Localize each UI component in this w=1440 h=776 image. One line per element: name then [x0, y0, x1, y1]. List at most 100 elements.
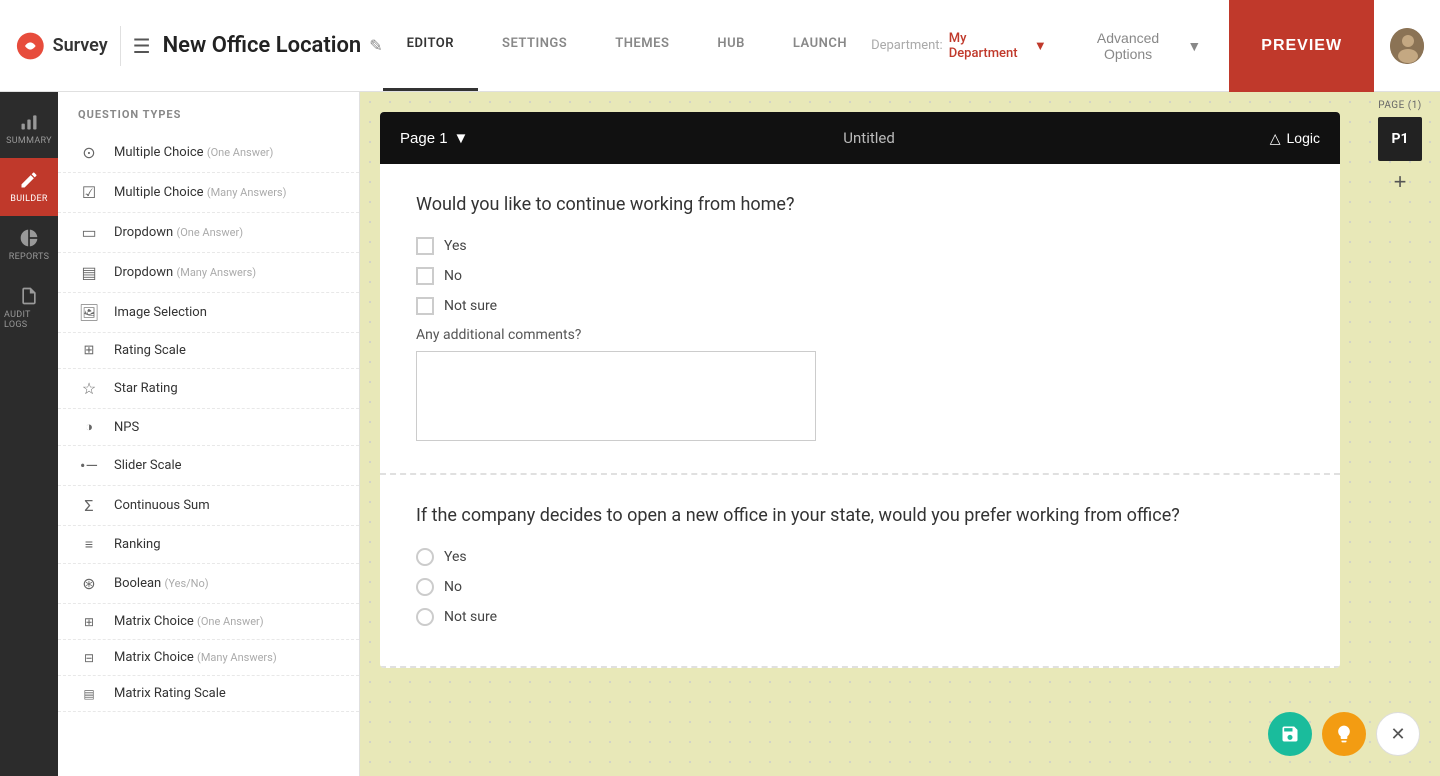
sigma-icon: Σ: [78, 496, 100, 515]
bulb-floating-button[interactable]: [1322, 712, 1366, 756]
tab-launch[interactable]: LAUNCH: [769, 0, 871, 91]
qt-boolean-sub: (Yes/No): [164, 577, 208, 590]
qt-matrix-one[interactable]: ⊞ Matrix Choice (One Answer): [58, 604, 359, 640]
floating-buttons: ✕: [1268, 712, 1420, 756]
qt-dd-one-sub: (One Answer): [176, 226, 243, 239]
advanced-options-label: Advanced Options: [1075, 30, 1182, 62]
logic-label: Logic: [1287, 130, 1320, 146]
qt-mc-one[interactable]: ⊙ Multiple Choice (One Answer): [58, 133, 359, 173]
qt-slider[interactable]: •— Slider Scale: [58, 446, 359, 486]
q2-option-yes[interactable]: Yes: [416, 548, 1304, 566]
qt-mc-one-label: Multiple Choice: [114, 145, 204, 160]
sidebar-item-builder[interactable]: BUILDER: [0, 158, 58, 216]
q2-radio-yes[interactable]: [416, 548, 434, 566]
matrix-rating-icon: ▤: [78, 687, 100, 701]
user-avatar[interactable]: [1390, 28, 1424, 64]
matrix-many-icon: ⊟: [78, 651, 100, 665]
q2-label-no: No: [444, 579, 462, 595]
save-floating-button[interactable]: [1268, 712, 1312, 756]
nav-divider: [120, 26, 121, 66]
edit-title-icon[interactable]: ✎: [369, 36, 382, 55]
qt-slider-label: Slider Scale: [114, 458, 182, 473]
logo-icon: [16, 30, 45, 62]
advanced-options-button[interactable]: Advanced Options ▼: [1063, 22, 1214, 70]
main-layout: SUMMARY BUILDER REPORTS AUDIT LOGS Quest…: [0, 92, 1440, 776]
q1-comment-label: Any additional comments?: [416, 327, 1304, 343]
sidebar-reports-label: REPORTS: [9, 252, 49, 262]
qt-rating-label: Rating Scale: [114, 343, 186, 358]
department-name[interactable]: My Department: [949, 31, 1028, 61]
qt-cont-sum[interactable]: Σ Continuous Sum: [58, 486, 359, 526]
pie-icon: [19, 228, 39, 248]
q2-option-notsure[interactable]: Not sure: [416, 608, 1304, 626]
qt-matrix-rating[interactable]: ▤ Matrix Rating Scale: [58, 676, 359, 712]
page-name: Untitled: [843, 129, 895, 147]
checkbox-icon: ☑: [78, 183, 100, 202]
survey-title: New Office Location: [163, 33, 362, 58]
page-indicator-label: PAGE (1): [1378, 100, 1422, 111]
q2-option-no[interactable]: No: [416, 578, 1304, 596]
edit-icon: [19, 170, 39, 190]
advanced-options-chevron-icon: ▼: [1187, 38, 1201, 54]
qt-star[interactable]: ☆ Star Rating: [58, 369, 359, 409]
qt-boolean[interactable]: ⊛ Boolean (Yes/No): [58, 564, 359, 604]
icon-sidebar: SUMMARY BUILDER REPORTS AUDIT LOGS: [0, 92, 58, 776]
page-dropdown-icon: ▼: [454, 130, 469, 147]
qt-nps[interactable]: ◑ NPS: [58, 409, 359, 446]
qt-matrix-one-label: Matrix Choice: [114, 614, 194, 629]
q1-label-notsure: Not sure: [444, 298, 497, 314]
q1-option-notsure[interactable]: Not sure: [416, 297, 1304, 315]
bulb-icon: [1334, 724, 1354, 744]
slider-icon: •—: [78, 456, 100, 475]
q1-comment-textarea[interactable]: [416, 351, 816, 441]
preview-button[interactable]: PREVIEW: [1229, 0, 1374, 92]
logic-button[interactable]: △ Logic: [1270, 130, 1320, 147]
tab-settings[interactable]: SETTINGS: [478, 0, 591, 91]
editor-area: Page 1 ▼ Untitled △ Logic Would you like…: [360, 92, 1360, 776]
q1-checkbox-yes[interactable]: [416, 237, 434, 255]
sidebar-item-audit-logs[interactable]: AUDIT LOGS: [0, 274, 58, 342]
qt-dd-many-sub: (Many Answers): [176, 266, 256, 279]
image-icon: 🖼: [78, 303, 100, 322]
tab-editor[interactable]: EDITOR: [383, 0, 478, 91]
qt-img-sel-label: Image Selection: [114, 305, 207, 320]
qt-matrix-many[interactable]: ⊟ Matrix Choice (Many Answers): [58, 640, 359, 676]
qt-dd-one[interactable]: ▭ Dropdown (One Answer): [58, 213, 359, 253]
q2-radio-no[interactable]: [416, 578, 434, 596]
qt-dd-many[interactable]: ▤ Dropdown (Many Answers): [58, 253, 359, 293]
sidebar-audit-label: AUDIT LOGS: [4, 310, 54, 330]
qt-matrix-rating-label: Matrix Rating Scale: [114, 686, 226, 701]
close-floating-button[interactable]: ✕: [1376, 712, 1420, 756]
q1-option-no[interactable]: No: [416, 267, 1304, 285]
qt-img-sel[interactable]: 🖼 Image Selection: [58, 293, 359, 333]
qt-rating[interactable]: ⊞ Rating Scale: [58, 333, 359, 369]
bars-icon: ≡: [78, 536, 100, 553]
q1-option-yes[interactable]: Yes: [416, 237, 1304, 255]
q1-checkbox-no[interactable]: [416, 267, 434, 285]
bool-icon: ⊛: [78, 574, 100, 593]
add-page-button[interactable]: +: [1394, 169, 1407, 195]
qt-mc-many[interactable]: ☑ Multiple Choice (Many Answers): [58, 173, 359, 213]
qt-mc-many-label: Multiple Choice: [114, 185, 204, 200]
page-title-button[interactable]: Page 1 ▼: [400, 130, 468, 147]
sidebar-item-reports[interactable]: REPORTS: [0, 216, 58, 274]
question-2-block: If the company decides to open a new off…: [380, 475, 1340, 668]
hamburger-button[interactable]: ☰: [133, 34, 151, 58]
q1-label-yes: Yes: [444, 238, 467, 254]
save-icon: [1280, 724, 1300, 744]
dept-dropdown-icon[interactable]: ▼: [1034, 38, 1047, 54]
sidebar-item-summary[interactable]: SUMMARY: [0, 100, 58, 158]
tab-hub[interactable]: HUB: [693, 0, 769, 91]
qt-ranking[interactable]: ≡ Ranking: [58, 526, 359, 564]
qt-cont-sum-label: Continuous Sum: [114, 498, 210, 513]
q1-checkbox-notsure[interactable]: [416, 297, 434, 315]
tab-themes[interactable]: THEMES: [591, 0, 693, 91]
page-p1-indicator[interactable]: P1: [1378, 117, 1422, 161]
q2-radio-notsure[interactable]: [416, 608, 434, 626]
q2-label-notsure: Not sure: [444, 609, 497, 625]
page-label: Page 1: [400, 130, 448, 147]
question-2-text: If the company decides to open a new off…: [416, 503, 1304, 528]
rating-icon: ⊞: [78, 343, 100, 358]
right-panel: PAGE (1) P1 +: [1360, 92, 1440, 776]
nps-icon: ◑: [78, 419, 100, 435]
